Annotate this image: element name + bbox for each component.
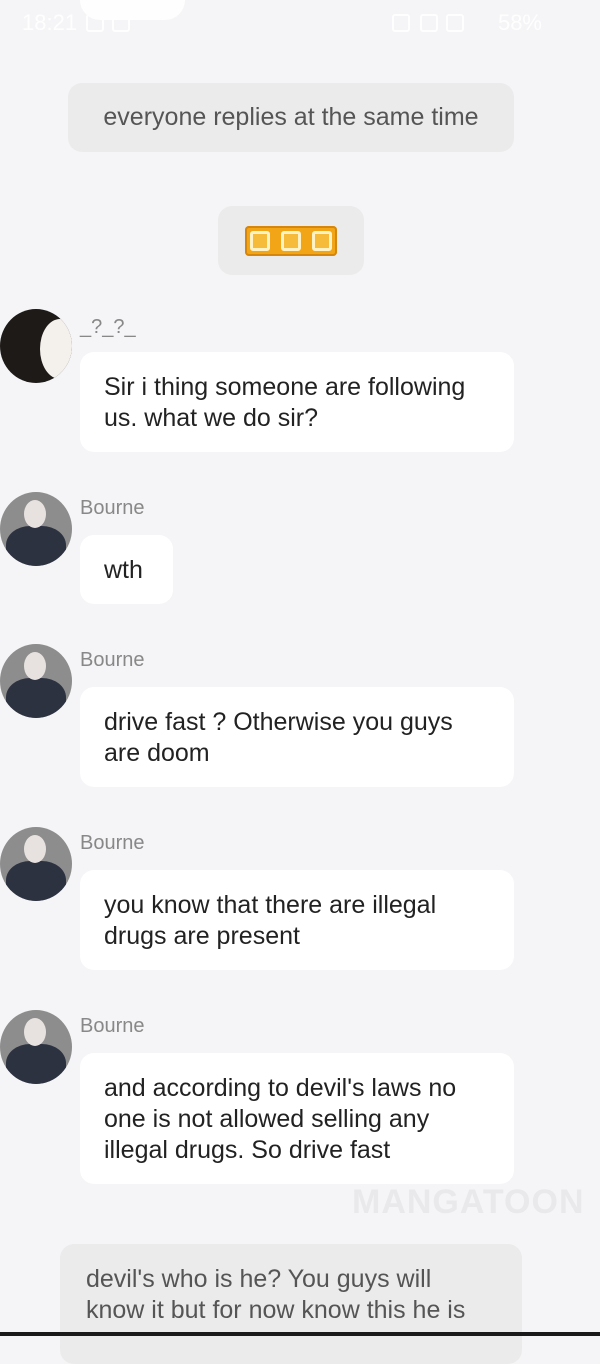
message-bubble: wth [80, 535, 173, 604]
message-text: you know that there are illegal drugs ar… [104, 891, 437, 950]
status-time: 18:21 [22, 10, 78, 35]
avatar[interactable] [0, 1010, 72, 1084]
message-text: wth [104, 556, 143, 584]
narration-text: everyone replies at the same time [103, 103, 479, 131]
signal-icon [446, 14, 464, 32]
status-bar: 18:21 58% [0, 0, 600, 44]
message-bubble: you know that there are illegal drugs ar… [80, 870, 514, 970]
sender-name: Bourne [80, 1015, 145, 1037]
sender-name: Bourne [80, 832, 145, 854]
watermark: MANGATOON [352, 1183, 585, 1221]
avatar[interactable] [0, 827, 72, 901]
avatar[interactable] [0, 492, 72, 566]
message-text: drive fast ? Otherwise you guys are doom [104, 708, 453, 767]
notification-icon [86, 14, 104, 32]
bottom-edge [0, 1332, 600, 1336]
notification-icon [112, 14, 130, 32]
message-bubble: Sir i thing someone are following us. wh… [80, 352, 514, 452]
sender-name: _?_?_ [80, 316, 136, 338]
avatar[interactable] [0, 644, 72, 718]
narration-bubble: everyone replies at the same time [68, 83, 514, 152]
message-bubble: and according to devil's laws no one is … [80, 1053, 514, 1184]
avatar[interactable] [0, 309, 72, 383]
message-text: and according to devil's laws no one is … [104, 1074, 457, 1164]
sender-name: Bourne [80, 649, 145, 671]
narration-text: devil's who is he? You guys will know it… [86, 1265, 466, 1324]
wifi-icon [420, 14, 438, 32]
three-phone-vibrate-sticker-icon [245, 225, 337, 256]
sender-name: Bourne [80, 497, 145, 519]
sticker-bubble [218, 206, 364, 275]
message-text: Sir i thing someone are following us. wh… [104, 373, 466, 432]
battery-level: 58% [497, 10, 542, 35]
message-bubble: drive fast ? Otherwise you guys are doom [80, 687, 514, 787]
alarm-icon [392, 14, 410, 32]
narration-bubble: devil's who is he? You guys will know it… [60, 1244, 522, 1364]
